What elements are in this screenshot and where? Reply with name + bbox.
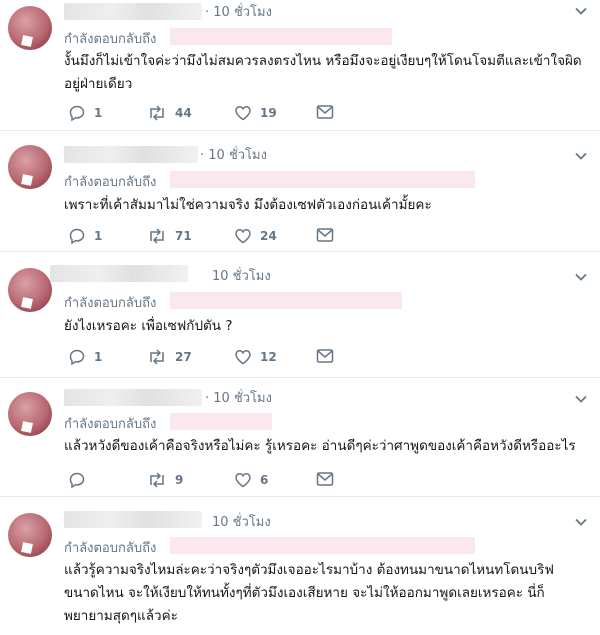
retweet-icon <box>150 228 164 244</box>
chevron-down-icon[interactable] <box>574 392 588 406</box>
avatar[interactable] <box>8 392 52 436</box>
tweet[interactable]: · 10 ชั่วโมง กำลังตอบกลับถึง งั้นมึงก็ไม… <box>0 0 600 131</box>
tweet-actions: 9 6 <box>64 471 364 493</box>
retweet-icon <box>150 105 164 121</box>
redacted-reply-handle <box>170 292 402 309</box>
direct-message-button[interactable] <box>316 104 334 120</box>
direct-message-button[interactable] <box>316 471 334 487</box>
redacted-reply-handle <box>170 171 475 188</box>
chevron-down-icon[interactable] <box>574 270 588 284</box>
reply-button[interactable] <box>68 471 94 489</box>
tweet-text: งั้นมึงก็ไม่เข้าใจค่ะว่ามึงไม่สมควรลงตรง… <box>64 53 582 92</box>
redacted-username <box>64 3 202 20</box>
tweet[interactable]: · 10 ชั่วโมง กำลังตอบกลับถึง แล้วหวังดีข… <box>0 378 600 497</box>
redacted-reply-handle <box>170 537 475 554</box>
reply-feed: · 10 ชั่วโมง กำลังตอบกลับถึง งั้นมึงก็ไม… <box>0 0 600 635</box>
retweet-count: 44 <box>175 106 192 120</box>
tweet-timestamp[interactable]: · 10 ชั่วโมง <box>205 387 272 408</box>
redacted-username <box>64 146 198 163</box>
like-button[interactable]: 24 <box>234 227 277 245</box>
like-button[interactable]: 19 <box>234 104 277 122</box>
like-button[interactable]: 6 <box>234 471 268 489</box>
like-count: 12 <box>260 350 277 364</box>
like-count: 24 <box>260 229 277 243</box>
direct-message-button[interactable] <box>316 227 334 243</box>
avatar[interactable] <box>8 145 52 189</box>
tweet-timestamp[interactable]: · 10 ชั่วโมง <box>200 144 267 165</box>
like-count: 19 <box>260 106 277 120</box>
envelope-icon <box>316 105 334 119</box>
redacted-username <box>64 511 202 528</box>
reply-button[interactable]: 1 <box>68 227 102 245</box>
retweet-button[interactable]: 27 <box>147 348 192 366</box>
reply-icon <box>69 472 85 489</box>
heart-icon <box>235 350 251 365</box>
direct-message-button[interactable] <box>316 348 334 364</box>
chevron-down-icon[interactable] <box>574 4 588 18</box>
reply-icon <box>69 228 85 245</box>
redacted-reply-handle <box>170 413 272 430</box>
tweet[interactable]: · 10 ชั่วโมง กำลังตอบกลับถึง เพราะที่เค้… <box>0 131 600 252</box>
tweet-text: เพราะที่เค้าสัมมาไม่ใช่ความจริง มึงต้องเ… <box>64 197 432 213</box>
retweet-button[interactable]: 9 <box>147 471 183 489</box>
like-button[interactable]: 12 <box>234 348 277 366</box>
retweet-count: 9 <box>175 473 184 487</box>
tweet-timestamp[interactable]: 10 ชั่วโมง <box>212 265 271 286</box>
tweet[interactable]: 10 ชั่วโมง กำลังตอบกลับถึง แล้วรู้ความจร… <box>0 497 600 635</box>
like-count: 6 <box>260 473 269 487</box>
replying-to-label: กำลังตอบกลับถึง <box>64 296 157 311</box>
envelope-icon <box>316 472 334 486</box>
redacted-reply-handle <box>170 28 392 45</box>
reply-button[interactable]: 1 <box>68 348 102 366</box>
tweet-actions: 1 27 12 <box>64 348 364 370</box>
retweet-button[interactable]: 44 <box>147 104 192 122</box>
reply-icon <box>69 105 85 122</box>
tweet-timestamp[interactable]: 10 ชั่วโมง <box>212 511 271 532</box>
avatar[interactable] <box>8 6 52 50</box>
heart-icon <box>235 106 251 121</box>
replying-to-label: กำลังตอบกลับถึง <box>64 175 157 190</box>
tweet[interactable]: 10 ชั่วโมง กำลังตอบกลับถึง ยังไงเหรอคะ เ… <box>0 252 600 378</box>
reply-count: 1 <box>94 229 103 243</box>
avatar[interactable] <box>8 268 52 312</box>
reply-button[interactable]: 1 <box>68 104 102 122</box>
replying-to-label: กำลังตอบกลับถึง <box>64 32 157 47</box>
tweet-text: ยังไงเหรอคะ เพื่อเซฟกัปตัน ? <box>64 318 233 334</box>
envelope-icon <box>316 228 334 242</box>
tweet-timestamp[interactable]: · 10 ชั่วโมง <box>205 1 272 22</box>
envelope-icon <box>316 349 334 363</box>
retweet-count: 27 <box>175 350 192 364</box>
chevron-down-icon[interactable] <box>574 515 588 529</box>
tweet-actions: 1 71 24 <box>64 227 364 249</box>
replying-to-label: กำลังตอบกลับถึง <box>64 541 157 556</box>
replying-to-label: กำลังตอบกลับถึง <box>64 417 157 432</box>
reply-count: 1 <box>94 106 103 120</box>
reply-count: 1 <box>94 350 103 364</box>
heart-icon <box>235 473 251 488</box>
heart-icon <box>235 229 251 244</box>
redacted-username <box>50 265 188 282</box>
tweet-actions: 1 44 19 <box>64 104 364 126</box>
tweet-text: แล้วรู้ความจริงไหมล่ะคะว่าจริงๆตัวมึงเจอ… <box>64 562 554 624</box>
avatar[interactable] <box>8 513 52 557</box>
chevron-down-icon[interactable] <box>574 149 588 163</box>
reply-icon <box>69 349 85 366</box>
retweet-icon <box>150 349 164 365</box>
redacted-username <box>64 389 202 406</box>
retweet-count: 71 <box>175 229 192 243</box>
retweet-button[interactable]: 71 <box>147 227 192 245</box>
tweet-text: แล้วหวังดีของเค้าคือจริงหรือไม่คะ รู้เหร… <box>64 438 576 454</box>
retweet-icon <box>150 472 164 488</box>
